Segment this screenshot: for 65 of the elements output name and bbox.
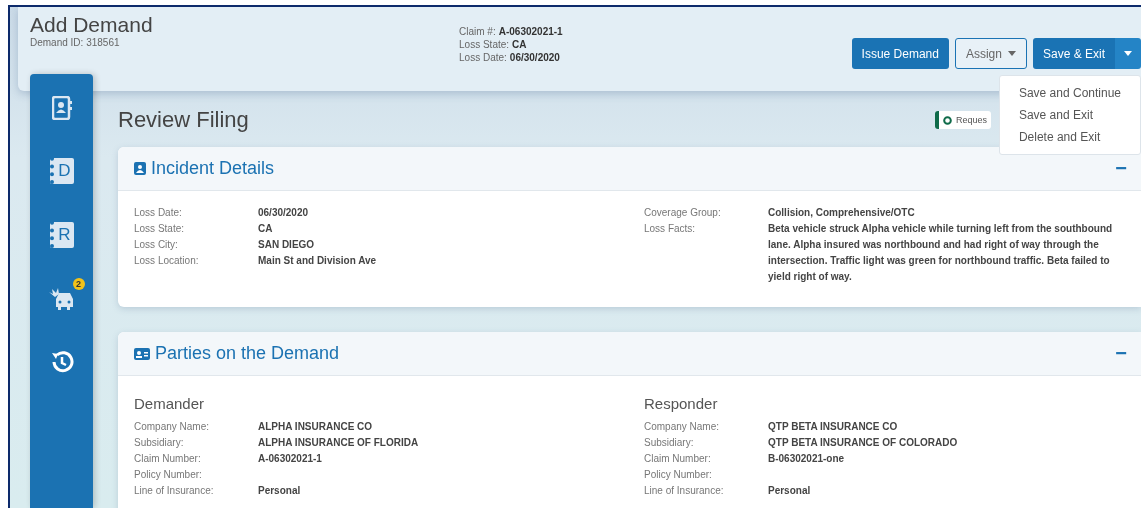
collision-button[interactable]: 2 bbox=[46, 278, 85, 312]
collapse-button[interactable]: − bbox=[1115, 342, 1127, 365]
field-value: Personal bbox=[258, 484, 302, 498]
meta-value: A-06302021-1 bbox=[498, 26, 563, 37]
field-value: Beta vehicle struck Alpha vehicle while turning left from the southbound lane. Alpha insured was northbound and had right of way through the intersection. Traffic light was green for northbound traffic. Beta failed to yield right of way. bbox=[768, 222, 1114, 284]
collapse-button[interactable]: − bbox=[1115, 157, 1127, 180]
field-label: Loss Location: bbox=[134, 254, 200, 268]
page-title: Add Demand bbox=[30, 13, 154, 37]
menu-item[interactable]: Save and Continue bbox=[999, 82, 1140, 104]
field-value: A-06302021-1 bbox=[258, 452, 323, 466]
section-title: Review Filing bbox=[118, 107, 249, 133]
field-value: Personal bbox=[768, 484, 812, 498]
status-icon bbox=[942, 115, 952, 125]
field-label: Line of Insurance: bbox=[644, 484, 725, 498]
field-label: Subsidiary: bbox=[644, 436, 695, 450]
field-label: Loss City: bbox=[134, 238, 179, 252]
field-value: SAN DIEGO bbox=[258, 238, 316, 252]
field-label: Company Name: bbox=[644, 420, 721, 434]
address-book-icon bbox=[51, 96, 72, 120]
field-label: Loss Facts: bbox=[644, 222, 697, 236]
notebook-button[interactable]: R bbox=[49, 222, 74, 248]
caret-icon bbox=[1124, 51, 1132, 56]
status-text: Reques bbox=[955, 115, 987, 125]
meta-value: 06/30/2020 bbox=[509, 52, 560, 63]
demand-id: Demand ID: 318561 bbox=[30, 37, 121, 48]
history-icon bbox=[49, 350, 74, 374]
meta-label: Claim #: bbox=[459, 26, 496, 37]
field-value: 06/30/2020 bbox=[258, 206, 310, 220]
field-value: ALPHA INSURANCE CO bbox=[258, 420, 374, 434]
issue-demand-button[interactable]: Issue Demand bbox=[851, 38, 949, 69]
column-heading: Demander bbox=[134, 395, 206, 412]
field-label: Policy Number: bbox=[134, 468, 203, 482]
column-heading: Responder bbox=[644, 395, 719, 412]
field-label: Company Name: bbox=[134, 420, 211, 434]
field-value: CA bbox=[258, 222, 274, 236]
field-value: Collision, Comprehensive/OTC bbox=[768, 206, 916, 220]
field-value: ALPHA INSURANCE OF FLORIDA bbox=[258, 436, 420, 450]
contacts-button[interactable] bbox=[51, 96, 72, 120]
caret-icon bbox=[1007, 51, 1016, 56]
meta-label: Loss State: bbox=[459, 39, 510, 50]
card-title: Incident Details bbox=[151, 158, 275, 179]
notebook-button[interactable]: D bbox=[49, 158, 74, 184]
meta-label: Loss Date: bbox=[459, 52, 507, 63]
field-label: Policy Number: bbox=[644, 468, 713, 482]
notification-badge: 2 bbox=[72, 278, 85, 290]
id-card-icon bbox=[134, 347, 150, 360]
field-label: Claim Number: bbox=[644, 452, 712, 466]
menu-item[interactable]: Delete and Exit bbox=[999, 126, 1140, 148]
field-label: Claim Number: bbox=[134, 452, 202, 466]
field-value: Main St and Division Ave bbox=[258, 254, 378, 268]
field-label: Coverage Group: bbox=[644, 206, 722, 220]
field-value: QTP BETA INSURANCE CO bbox=[768, 420, 899, 434]
field-label: Loss Date: bbox=[134, 206, 183, 220]
field-value: QTP BETA INSURANCE OF COLORADO bbox=[768, 436, 959, 450]
field-value: B-06302021-one bbox=[768, 452, 846, 466]
field-label: Line of Insurance: bbox=[134, 484, 215, 498]
field-label: Subsidiary: bbox=[134, 436, 185, 450]
assign-button[interactable]: Assign bbox=[954, 38, 1027, 69]
field-label: Loss State: bbox=[134, 222, 186, 236]
meta-value: CA bbox=[512, 39, 527, 50]
dropdown-toggle[interactable] bbox=[1115, 38, 1141, 69]
card-title: Parties on the Demand bbox=[155, 343, 340, 364]
history-button[interactable] bbox=[49, 350, 74, 374]
contact-icon bbox=[134, 162, 146, 175]
menu-item[interactable]: Save and Exit bbox=[999, 104, 1140, 126]
